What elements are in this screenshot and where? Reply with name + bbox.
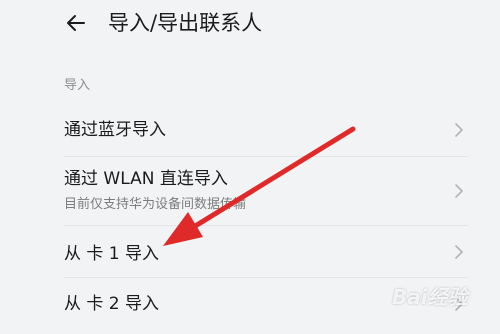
item-title: 从 卡 1 导入 xyxy=(64,244,160,264)
chevron-right-icon xyxy=(455,245,463,259)
section-header-import: 导入 xyxy=(64,78,91,93)
list-item-sim1-import[interactable]: 从 卡 1 导入 xyxy=(0,226,500,278)
chevron-right-icon xyxy=(455,123,463,137)
arrow-left-icon[interactable] xyxy=(62,9,90,37)
list-item-wlan-direct-import[interactable]: 通过 WLAN 直连导入 目前仅支持华为设备间数据传输 xyxy=(0,157,500,225)
page-title: 导入/导出联系人 xyxy=(108,11,263,35)
chevron-right-icon xyxy=(455,184,463,198)
item-title: 通过蓝牙导入 xyxy=(64,120,166,140)
item-subtitle: 目前仅支持华为设备间数据传输 xyxy=(64,197,247,212)
list-item-bluetooth-import[interactable]: 通过蓝牙导入 xyxy=(0,100,500,158)
watermark: Bai经验 xyxy=(392,285,468,309)
item-title: 从 卡 2 导入 xyxy=(64,294,160,314)
item-title: 通过 WLAN 直连导入 xyxy=(64,169,228,189)
top-bar: 导入/导出联系人 xyxy=(0,0,500,50)
